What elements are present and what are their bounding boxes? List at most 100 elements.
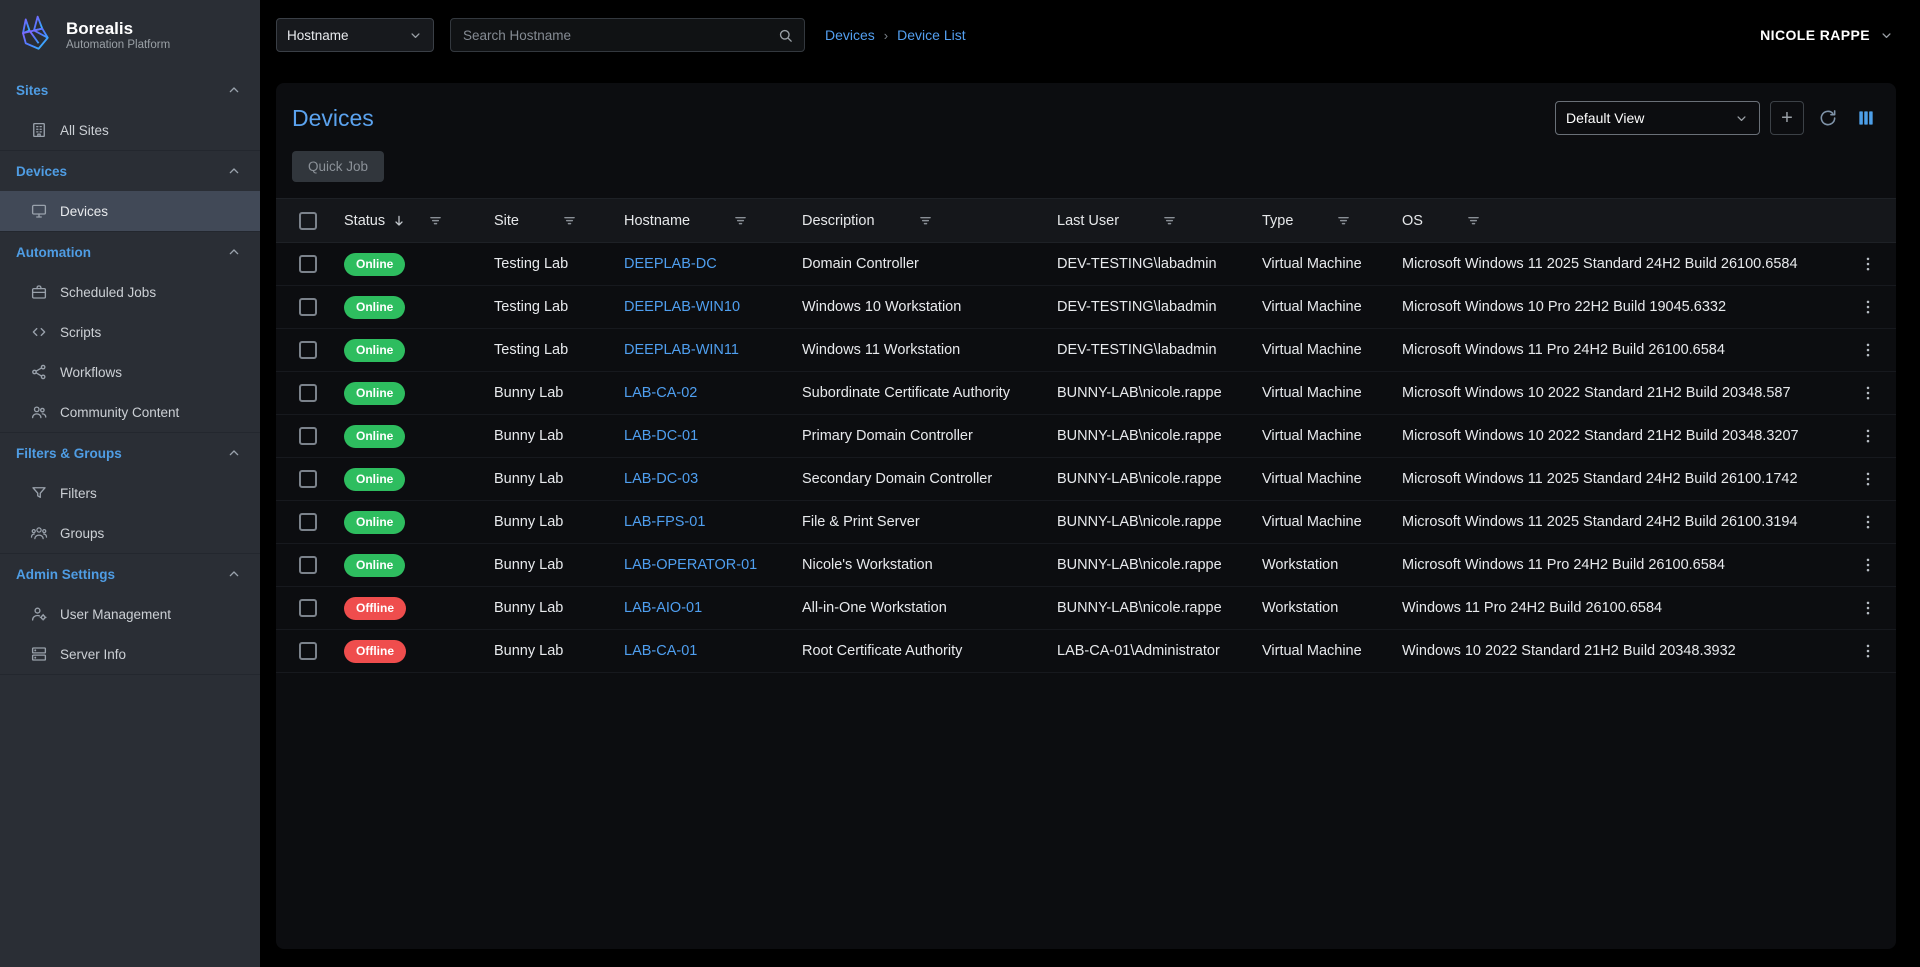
column-header-description[interactable]: Description (798, 212, 1053, 229)
table-row[interactable]: Online Bunny Lab LAB-FPS-01 File & Print… (276, 501, 1896, 544)
sidebar-section: Devices Devices (0, 151, 260, 232)
sidebar-item-scripts[interactable]: Scripts (0, 312, 260, 352)
os-cell: Microsoft Windows 10 2022 Standard 21H2 … (1398, 428, 1840, 444)
filter-icon[interactable] (561, 212, 578, 229)
row-menu-button[interactable] (1855, 509, 1881, 535)
breadcrumb-device-list[interactable]: Device List (897, 27, 965, 43)
sidebar-item-groups[interactable]: Groups (0, 513, 260, 553)
chevron-up-icon (226, 244, 242, 260)
search-field-select[interactable]: Hostname (276, 18, 434, 52)
brand[interactable]: Borealis Automation Platform (0, 0, 260, 70)
sidebar-item-devices[interactable]: Devices (0, 191, 260, 231)
workflow-icon (30, 363, 48, 381)
table-row[interactable]: Online Testing Lab DEEPLAB-WIN11 Windows… (276, 329, 1896, 372)
site-cell: Bunny Lab (490, 385, 620, 401)
row-checkbox[interactable] (299, 470, 317, 488)
table-row[interactable]: Online Testing Lab DEEPLAB-WIN10 Windows… (276, 286, 1896, 329)
row-checkbox[interactable] (299, 427, 317, 445)
table-row[interactable]: Online Bunny Lab LAB-OPERATOR-01 Nicole'… (276, 544, 1896, 587)
chevron-up-icon (226, 566, 242, 582)
filter-icon[interactable] (732, 212, 749, 229)
sidebar-item-user-management[interactable]: User Management (0, 594, 260, 634)
view-select[interactable]: Default View (1555, 101, 1760, 135)
description-cell: File & Print Server (798, 514, 1053, 530)
row-checkbox[interactable] (299, 556, 317, 574)
select-all-checkbox[interactable] (299, 212, 317, 230)
row-checkbox[interactable] (299, 599, 317, 617)
os-cell: Microsoft Windows 11 2025 Standard 24H2 … (1398, 471, 1840, 487)
column-header-type[interactable]: Type (1258, 212, 1398, 229)
site-cell: Testing Lab (490, 299, 620, 315)
type-cell: Workstation (1258, 557, 1398, 573)
search-input[interactable] (461, 27, 777, 44)
hostname-link[interactable]: LAB-AIO-01 (624, 600, 702, 616)
row-menu-button[interactable] (1855, 595, 1881, 621)
sort-desc-icon[interactable] (391, 213, 407, 229)
refresh-button[interactable] (1814, 104, 1842, 132)
table-header-row: Status Site Hostname (276, 198, 1896, 243)
table-row[interactable]: Online Bunny Lab LAB-CA-02 Subordinate C… (276, 372, 1896, 415)
hostname-link[interactable]: DEEPLAB-WIN10 (624, 299, 740, 315)
os-cell: Microsoft Windows 11 2025 Standard 24H2 … (1398, 514, 1840, 530)
table-row[interactable]: Offline Bunny Lab LAB-AIO-01 All-in-One … (276, 587, 1896, 630)
row-menu-button[interactable] (1855, 552, 1881, 578)
row-checkbox[interactable] (299, 255, 317, 273)
devices-table: Status Site Hostname (276, 198, 1896, 673)
table-row[interactable]: Online Bunny Lab LAB-DC-01 Primary Domai… (276, 415, 1896, 458)
row-menu-button[interactable] (1855, 294, 1881, 320)
hostname-link[interactable]: LAB-CA-02 (624, 385, 697, 401)
row-checkbox[interactable] (299, 384, 317, 402)
hostname-link[interactable]: LAB-CA-01 (624, 643, 697, 659)
hostname-link[interactable]: LAB-FPS-01 (624, 514, 705, 530)
type-cell: Virtual Machine (1258, 256, 1398, 272)
hostname-link[interactable]: LAB-OPERATOR-01 (624, 557, 757, 573)
row-checkbox[interactable] (299, 298, 317, 316)
user-menu[interactable]: NICOLE RAPPE (1760, 27, 1894, 43)
row-menu-button[interactable] (1855, 638, 1881, 664)
sidebar-section-filters-groups[interactable]: Filters & Groups (0, 433, 260, 473)
sidebar-section-sites[interactable]: Sites (0, 70, 260, 110)
column-header-status[interactable]: Status (340, 212, 490, 229)
hostname-link[interactable]: DEEPLAB-WIN11 (624, 342, 739, 358)
table-row[interactable]: Online Bunny Lab LAB-DC-03 Secondary Dom… (276, 458, 1896, 501)
filter-icon[interactable] (917, 212, 934, 229)
hostname-link[interactable]: LAB-DC-01 (624, 428, 698, 444)
breadcrumb-devices[interactable]: Devices (825, 27, 875, 43)
chevron-down-icon (1734, 111, 1749, 126)
search-icon[interactable] (777, 27, 794, 44)
row-menu-button[interactable] (1855, 380, 1881, 406)
sidebar-item-scheduled-jobs[interactable]: Scheduled Jobs (0, 272, 260, 312)
filter-icon[interactable] (1161, 212, 1178, 229)
row-menu-button[interactable] (1855, 466, 1881, 492)
row-checkbox[interactable] (299, 341, 317, 359)
filter-icon[interactable] (1465, 212, 1482, 229)
quick-job-button[interactable]: Quick Job (292, 151, 384, 182)
row-checkbox[interactable] (299, 513, 317, 531)
table-row[interactable]: Online Testing Lab DEEPLAB-DC Domain Con… (276, 243, 1896, 286)
hostname-link[interactable]: DEEPLAB-DC (624, 256, 717, 272)
sidebar-section-admin-settings[interactable]: Admin Settings (0, 554, 260, 594)
column-header-os[interactable]: OS (1398, 212, 1840, 229)
hostname-link[interactable]: LAB-DC-03 (624, 471, 698, 487)
sidebar-item-workflows[interactable]: Workflows (0, 352, 260, 392)
filter-icon[interactable] (427, 212, 444, 229)
sidebar-item-community-content[interactable]: Community Content (0, 392, 260, 432)
sidebar-item-all-sites[interactable]: All Sites (0, 110, 260, 150)
row-menu-button[interactable] (1855, 423, 1881, 449)
filter-icon[interactable] (1335, 212, 1352, 229)
description-cell: Subordinate Certificate Authority (798, 385, 1053, 401)
row-menu-button[interactable] (1855, 337, 1881, 363)
column-header-last-user[interactable]: Last User (1053, 212, 1258, 229)
table-row[interactable]: Offline Bunny Lab LAB-CA-01 Root Certifi… (276, 630, 1896, 673)
sidebar-item-server-info[interactable]: Server Info (0, 634, 260, 674)
column-header-hostname[interactable]: Hostname (620, 212, 798, 229)
column-header-site[interactable]: Site (490, 212, 620, 229)
columns-button[interactable] (1852, 104, 1880, 132)
row-menu-button[interactable] (1855, 251, 1881, 277)
columns-icon (1856, 108, 1876, 128)
row-checkbox[interactable] (299, 642, 317, 660)
sidebar-item-filters[interactable]: Filters (0, 473, 260, 513)
add-view-button[interactable]: + (1770, 101, 1804, 135)
sidebar-section-devices[interactable]: Devices (0, 151, 260, 191)
sidebar-section-automation[interactable]: Automation (0, 232, 260, 272)
